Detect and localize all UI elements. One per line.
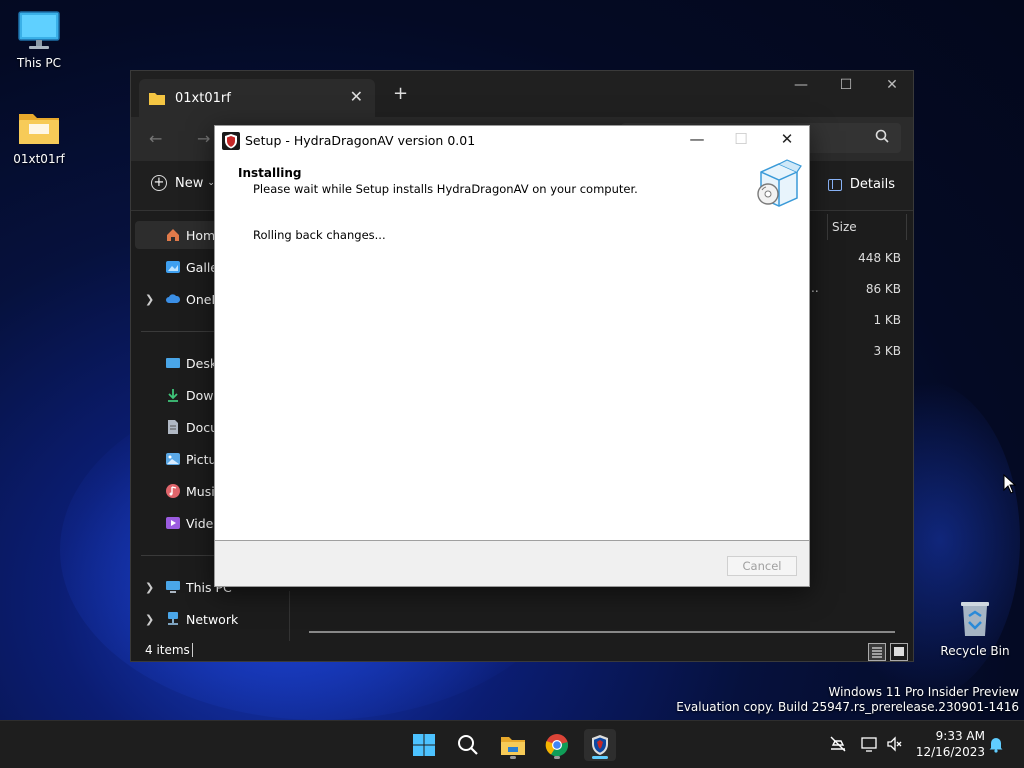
setup-status-text: Rolling back changes... <box>253 228 386 242</box>
setup-header: Installing Please wait while Setup insta… <box>215 156 809 214</box>
file-size-cell: 1 KB <box>873 313 901 327</box>
running-indicator <box>554 756 560 759</box>
cloud-icon <box>166 294 181 303</box>
install-box-icon <box>757 159 802 207</box>
notification-bell-icon[interactable] <box>988 735 1004 753</box>
windows-watermark: Windows 11 Pro Insider Preview Evaluatio… <box>676 685 1019 715</box>
hydradragon-shield-icon <box>592 735 608 755</box>
plus-icon: + <box>151 175 167 191</box>
back-arrow-icon[interactable]: ← <box>149 129 162 148</box>
pane-divider[interactable] <box>289 591 290 641</box>
minimize-button[interactable]: — <box>781 77 821 93</box>
watermark-line-1: Windows 11 Pro Insider Preview <box>828 685 1019 699</box>
maximize-button[interactable]: ☐ <box>826 77 866 93</box>
setup-subheading: Please wait while Setup installs HydraDr… <box>253 182 638 196</box>
mouse-pointer-icon <box>1003 474 1017 494</box>
explorer-tab[interactable]: 01xt01rf ✕ <box>139 79 375 117</box>
sidebar-label: Network <box>186 611 239 627</box>
details-button[interactable]: Details <box>827 177 895 192</box>
computer-icon <box>166 581 180 593</box>
cancel-button[interactable]: Cancel <box>727 556 797 576</box>
new-tab-button[interactable]: + <box>393 83 408 104</box>
details-pane-icon <box>827 178 842 191</box>
desktop-icon-label: This PC <box>17 56 61 70</box>
setup-footer: Cancel <box>215 540 809 586</box>
chrome-icon <box>545 734 569 757</box>
explorer-titlebar: 01xt01rf ✕ + — ☐ ✕ <box>131 71 913 117</box>
monitor-icon <box>18 11 60 49</box>
setup-maximize-button: ☐ <box>734 130 748 148</box>
folder-icon <box>19 114 59 144</box>
new-label: New <box>175 175 204 191</box>
column-header-size[interactable]: Size <box>827 214 907 240</box>
details-view-button[interactable] <box>868 643 886 661</box>
taskbar-hydradragon-setup[interactable] <box>584 729 616 761</box>
chevron-right-icon[interactable]: ❯ <box>145 613 154 626</box>
gallery-icon <box>166 261 180 273</box>
thumbnail-view-button[interactable] <box>890 643 908 661</box>
search-icon <box>458 735 478 755</box>
watermark-line-2: Evaluation copy. Build 25947.rs_prerelea… <box>676 700 1019 714</box>
chevron-right-icon[interactable]: ❯ <box>145 293 154 306</box>
home-icon <box>167 229 179 241</box>
taskbar-file-explorer[interactable] <box>497 729 529 761</box>
desktop-icon-folder[interactable]: 01xt01rf <box>0 108 79 166</box>
video-icon <box>166 517 180 529</box>
desktop-icon <box>166 358 180 368</box>
sidebar-item-network[interactable]: ❯ Network <box>135 605 285 633</box>
setup-title: Setup - HydraDragonAV version 0.01 <box>245 133 476 148</box>
taskbar-chrome[interactable] <box>541 729 573 761</box>
setup-titlebar: Setup - HydraDragonAV version 0.01 — ☐ ✕ <box>215 126 809 156</box>
explorer-status-bar: 4 items <box>131 639 913 663</box>
active-indicator <box>592 756 608 759</box>
details-label: Details <box>849 177 895 192</box>
chevron-right-icon[interactable]: ❯ <box>145 581 154 594</box>
clock-date: 12/16/2023 <box>915 745 985 759</box>
network-icon <box>168 612 178 625</box>
start-button[interactable] <box>408 729 440 761</box>
sidebar-label: Pictu <box>186 451 217 467</box>
tab-title: 01xt01rf <box>175 90 231 106</box>
desktop-icon-this-pc[interactable]: This PC <box>0 10 79 70</box>
folder-icon <box>149 93 165 105</box>
download-icon <box>168 389 178 402</box>
file-size-cell: 3 KB <box>873 344 901 358</box>
desktop-icon-recycle-bin[interactable]: Recycle Bin <box>935 596 1015 658</box>
desktop-icon-label: Recycle Bin <box>940 644 1010 658</box>
setup-close-button[interactable]: ✕ <box>764 130 810 152</box>
new-button[interactable]: + New ⌄ <box>151 175 215 191</box>
search-button[interactable] <box>452 729 484 761</box>
file-size-cell: 448 KB <box>858 251 901 265</box>
document-icon <box>168 420 178 434</box>
setup-heading: Installing <box>238 166 302 180</box>
windows-logo-icon <box>413 734 435 756</box>
hydradragon-shield-icon <box>222 132 240 150</box>
search-icon <box>875 129 889 143</box>
volume-muted-icon[interactable] <box>886 735 904 753</box>
file-explorer-icon <box>501 737 525 755</box>
taskbar: 9:33 AM 12/16/2023 <box>0 720 1024 768</box>
system-clock[interactable]: 9:33 AM 12/16/2023 <box>905 728 985 760</box>
file-size-cell: 86 KB <box>865 282 901 296</box>
item-count: 4 items <box>145 643 190 657</box>
clock-time: 9:33 AM <box>935 729 985 743</box>
music-icon <box>166 484 180 498</box>
setup-dialog[interactable]: Setup - HydraDragonAV version 0.01 — ☐ ✕… <box>214 125 810 587</box>
close-button[interactable]: ✕ <box>872 77 912 93</box>
desktop-icon-label: 01xt01rf <box>13 152 65 166</box>
tiles-view-icon <box>894 647 904 656</box>
running-indicator <box>510 756 516 759</box>
list-view-icon <box>872 647 882 658</box>
recycle-bin-icon <box>961 602 989 636</box>
display-icon[interactable] <box>861 735 879 753</box>
forward-arrow-icon[interactable]: → <box>197 129 210 148</box>
pictures-icon <box>166 453 180 465</box>
network-offline-icon[interactable] <box>829 735 847 753</box>
horizontal-scrollbar[interactable] <box>309 631 895 633</box>
status-separator <box>192 643 193 657</box>
truncated-file-name: .. <box>811 281 819 295</box>
close-tab-icon[interactable]: ✕ <box>350 87 363 106</box>
setup-minimize-button[interactable]: — <box>674 130 720 152</box>
